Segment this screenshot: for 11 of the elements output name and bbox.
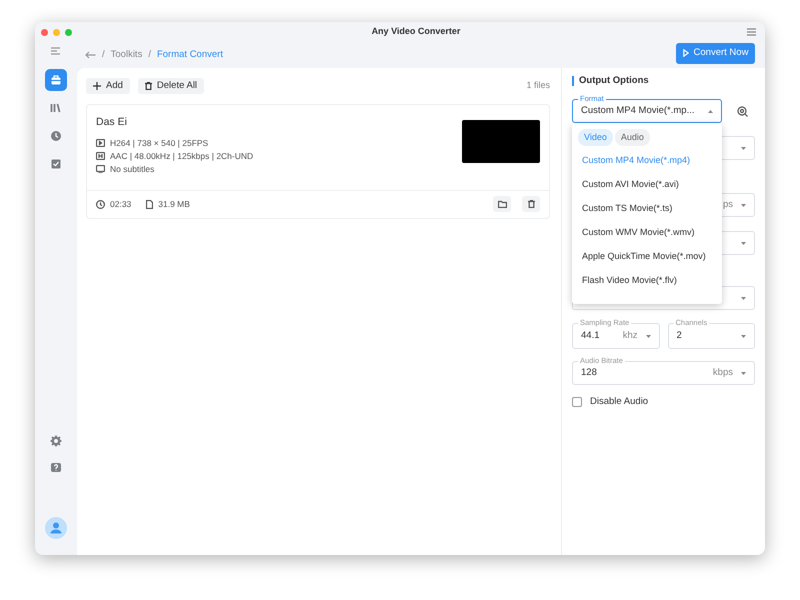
file-duration: 02:33 — [110, 198, 132, 211]
file-count: 1 files — [526, 79, 550, 92]
breadcrumb-separator: / — [148, 48, 151, 62]
file-name: Das Ei — [96, 115, 128, 130]
section-title: Output Options — [572, 76, 755, 86]
file-size: 31.9 MB — [158, 198, 190, 211]
video-info: H264 | 738 × 540 | 25FPS — [110, 136, 208, 150]
audio-info: AAC | 48.00kHz | 125kbps | 2Ch-UND — [110, 150, 254, 163]
subtitle-info: No subtitles — [110, 162, 154, 176]
breadcrumb-separator: / — [102, 48, 105, 62]
window-title: Any Video Converter — [370, 25, 460, 38]
